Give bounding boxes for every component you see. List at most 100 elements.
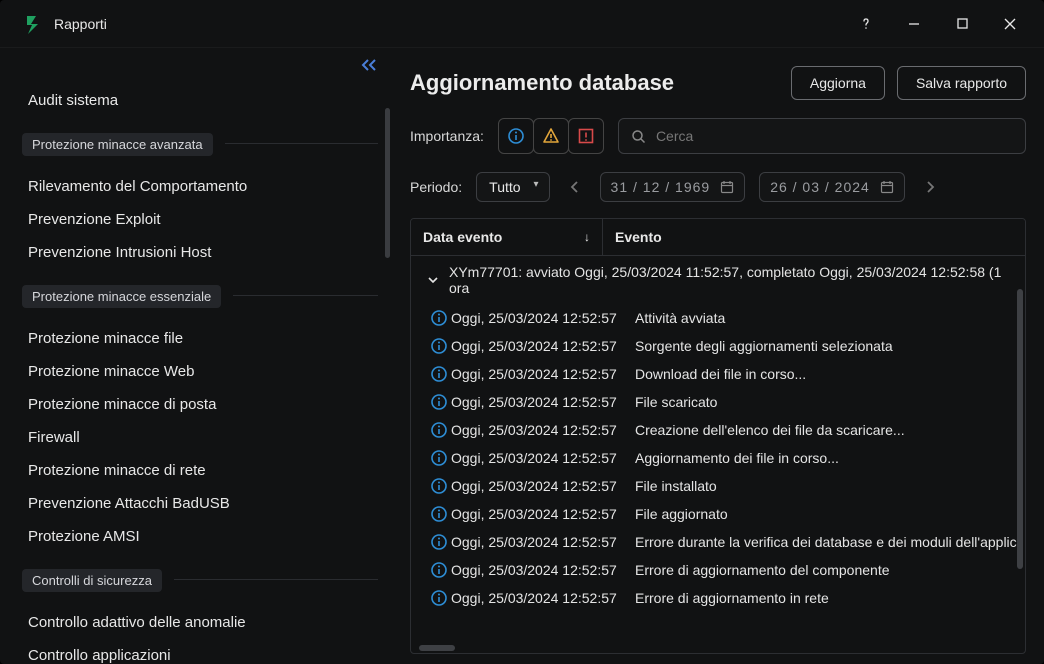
- help-button[interactable]: [844, 4, 888, 44]
- sidebar-item-firewall[interactable]: Firewall: [28, 421, 372, 454]
- sidebar-item-web-threat[interactable]: Protezione minacce Web: [28, 355, 372, 388]
- event-date: Oggi, 25/03/2024 12:52:57: [451, 562, 625, 578]
- event-date: Oggi, 25/03/2024 12:52:57: [451, 534, 625, 550]
- info-icon: [427, 393, 451, 411]
- maximize-button[interactable]: [940, 4, 984, 44]
- importance-info-toggle[interactable]: [498, 118, 534, 154]
- sort-descending-icon: ↓: [584, 230, 590, 244]
- sidebar-item-hips[interactable]: Prevenzione Intrusioni Host: [28, 236, 372, 269]
- event-date: Oggi, 25/03/2024 12:52:57: [451, 478, 625, 494]
- refresh-button[interactable]: Aggiorna: [791, 66, 885, 100]
- page-title: Aggiornamento database: [410, 70, 674, 96]
- horizontal-scrollbar[interactable]: [419, 645, 455, 651]
- info-icon: [427, 477, 451, 495]
- event-date: Oggi, 25/03/2024 12:52:57: [451, 310, 625, 326]
- column-header-event[interactable]: Evento: [603, 219, 1025, 255]
- sidebar-item-file-threat[interactable]: Protezione minacce file: [28, 322, 372, 355]
- event-text: Aggiornamento dei file in corso...: [625, 450, 1025, 466]
- info-icon: [427, 421, 451, 439]
- info-icon: [427, 337, 451, 355]
- period-select[interactable]: Tutto: [476, 172, 549, 202]
- search-icon: [631, 129, 646, 144]
- table-body: XYm77701: avviato Oggi, 25/03/2024 11:52…: [411, 256, 1025, 653]
- close-button[interactable]: [988, 4, 1032, 44]
- sidebar-item-badusb[interactable]: Prevenzione Attacchi BadUSB: [28, 487, 372, 520]
- date-from-input[interactable]: 31 / 12 / 1969: [600, 172, 746, 202]
- sidebar-item-network-threat[interactable]: Protezione minacce di rete: [28, 454, 372, 487]
- sidebar-group-label: Protezione minacce avanzata: [22, 133, 213, 156]
- chevron-down-icon: [427, 274, 439, 286]
- date-to-input[interactable]: 26 / 03 / 2024: [759, 172, 905, 202]
- table-group-row[interactable]: XYm77701: avviato Oggi, 25/03/2024 11:52…: [411, 256, 1025, 304]
- vertical-scrollbar[interactable]: [1017, 289, 1023, 569]
- importance-label: Importanza:: [410, 128, 484, 144]
- window-controls: [844, 4, 1032, 44]
- header-row: Aggiornamento database Aggiorna Salva ra…: [410, 66, 1026, 100]
- app-logo-icon: [24, 14, 44, 34]
- importance-warning-toggle[interactable]: [533, 118, 569, 154]
- event-text: Sorgente degli aggiornamenti selezionata: [625, 338, 1025, 354]
- divider: [225, 143, 378, 144]
- sidebar-item-behavior[interactable]: Rilevamento del Comportamento: [28, 170, 372, 203]
- table-row[interactable]: Oggi, 25/03/2024 12:52:57File installato: [411, 472, 1025, 500]
- sidebar-item-amsi[interactable]: Protezione AMSI: [28, 520, 372, 553]
- importance-critical-toggle[interactable]: [568, 118, 604, 154]
- event-date: Oggi, 25/03/2024 12:52:57: [451, 590, 625, 606]
- titlebar: Rapporti: [0, 0, 1044, 48]
- table-row[interactable]: Oggi, 25/03/2024 12:52:57File aggiornato: [411, 500, 1025, 528]
- event-text: File installato: [625, 478, 1025, 494]
- event-text: Errore durante la verifica dei database …: [625, 534, 1025, 550]
- event-date: Oggi, 25/03/2024 12:52:57: [451, 450, 625, 466]
- divider: [174, 579, 378, 580]
- next-period-button[interactable]: [919, 180, 941, 194]
- sidebar-item-exploit[interactable]: Prevenzione Exploit: [28, 203, 372, 236]
- divider: [233, 295, 378, 296]
- table-row[interactable]: Oggi, 25/03/2024 12:52:57Errore di aggio…: [411, 584, 1025, 612]
- info-icon: [427, 589, 451, 607]
- table-row[interactable]: Oggi, 25/03/2024 12:52:57Sorgente degli …: [411, 332, 1025, 360]
- search-input[interactable]: [656, 128, 1013, 144]
- sidebar-group-essential: Protezione minacce essenziale: [22, 275, 378, 316]
- app-window: Rapporti Audit sistema Protezione: [0, 0, 1044, 664]
- table-row[interactable]: Oggi, 25/03/2024 12:52:57Aggiornamento d…: [411, 444, 1025, 472]
- sidebar-group-label: Controlli di sicurezza: [22, 569, 162, 592]
- table-row[interactable]: Oggi, 25/03/2024 12:52:57Attività avviat…: [411, 304, 1025, 332]
- group-summary-text: XYm77701: avviato Oggi, 25/03/2024 11:52…: [449, 264, 1017, 296]
- sidebar-item-anomaly-control[interactable]: Controllo adattivo delle anomalie: [28, 606, 372, 639]
- main-pane: Aggiornamento database Aggiorna Salva ra…: [390, 48, 1044, 664]
- event-date: Oggi, 25/03/2024 12:52:57: [451, 338, 625, 354]
- prev-period-button[interactable]: [564, 180, 586, 194]
- period-row: Periodo: Tutto 31 / 12 / 1969 26 / 03 / …: [410, 172, 1026, 202]
- save-report-button[interactable]: Salva rapporto: [897, 66, 1026, 100]
- sidebar-item-audit[interactable]: Audit sistema: [28, 84, 372, 117]
- event-text: Attività avviata: [625, 310, 1025, 326]
- sidebar-group-label: Protezione minacce essenziale: [22, 285, 221, 308]
- info-icon: [427, 561, 451, 579]
- event-date: Oggi, 25/03/2024 12:52:57: [451, 366, 625, 382]
- window-title: Rapporti: [54, 16, 844, 32]
- table-row[interactable]: Oggi, 25/03/2024 12:52:57Errore durante …: [411, 528, 1025, 556]
- table-row[interactable]: Oggi, 25/03/2024 12:52:57Creazione dell'…: [411, 416, 1025, 444]
- sidebar-item-app-control[interactable]: Controllo applicazioni: [28, 639, 372, 664]
- date-from-value: 31 / 12 / 1969: [611, 179, 711, 195]
- minimize-button[interactable]: [892, 4, 936, 44]
- sidebar-item-mail-threat[interactable]: Protezione minacce di posta: [28, 388, 372, 421]
- collapse-sidebar-icon[interactable]: [360, 58, 378, 72]
- column-header-date[interactable]: Data evento ↓: [411, 219, 603, 255]
- date-to-value: 26 / 03 / 2024: [770, 179, 870, 195]
- sidebar-group-security-controls: Controlli di sicurezza: [22, 559, 378, 600]
- column-header-date-label: Data evento: [423, 229, 502, 245]
- search-box[interactable]: [618, 118, 1026, 154]
- info-icon: [427, 505, 451, 523]
- table-row[interactable]: Oggi, 25/03/2024 12:52:57File scaricato: [411, 388, 1025, 416]
- calendar-icon: [720, 180, 734, 194]
- event-date: Oggi, 25/03/2024 12:52:57: [451, 394, 625, 410]
- event-date: Oggi, 25/03/2024 12:52:57: [451, 422, 625, 438]
- events-table: Data evento ↓ Evento XYm77701: avviato O…: [410, 218, 1026, 654]
- table-row[interactable]: Oggi, 25/03/2024 12:52:57Errore di aggio…: [411, 556, 1025, 584]
- event-text: Errore di aggiornamento in rete: [625, 590, 1025, 606]
- info-icon: [427, 365, 451, 383]
- table-row[interactable]: Oggi, 25/03/2024 12:52:57Download dei fi…: [411, 360, 1025, 388]
- sidebar-group-advanced: Protezione minacce avanzata: [22, 123, 378, 164]
- sidebar-scrollbar[interactable]: [385, 108, 390, 258]
